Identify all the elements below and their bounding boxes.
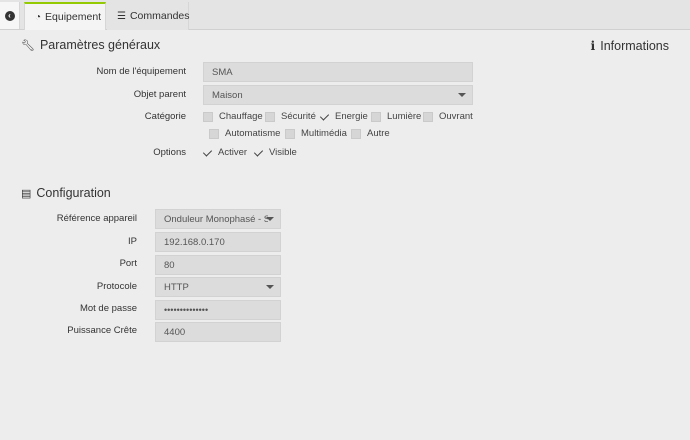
category-label-autre: Autre — [367, 128, 390, 139]
protocol-label: Protocole — [96, 281, 137, 292]
checkbox-box[interactable] — [285, 128, 295, 139]
category-label-chauffage: Chauffage — [219, 111, 263, 122]
category-label-lumiere: Lumière — [387, 111, 422, 122]
name-input[interactable]: SMA — [203, 62, 473, 82]
check-icon[interactable] — [320, 112, 330, 122]
list-icon: ☰ — [117, 10, 126, 22]
check-icon[interactable] — [254, 148, 264, 158]
category-label-multimedia: Multimédia — [301, 128, 347, 139]
parent-value: Maison — [212, 89, 243, 101]
password-value: •••••••••••••• — [164, 305, 209, 315]
category-label-securite: Sécurité — [281, 111, 316, 122]
info-icon: i — [590, 38, 596, 53]
port-input[interactable]: 80 — [155, 255, 281, 275]
tab-equipement[interactable]: ◔ Equipement — [24, 2, 106, 30]
tachometer-icon: ◔ — [35, 11, 42, 23]
chevron-down-icon — [458, 93, 466, 97]
power-input[interactable]: 4400 — [155, 322, 281, 342]
category-label-automatisme: Automatisme — [225, 128, 281, 139]
category-checkbox-automatisme[interactable]: Automatisme — [209, 128, 280, 139]
category-label-ouvrant: Ouvrant — [439, 111, 473, 122]
ip-value: 192.168.0.170 — [164, 236, 225, 248]
category-checkbox-chauffage[interactable]: Chauffage — [203, 111, 263, 122]
category-label: Catégorie — [144, 111, 186, 122]
name-value: SMA — [212, 66, 233, 78]
protocol-select[interactable]: HTTP — [155, 277, 281, 297]
check-icon[interactable] — [203, 148, 213, 158]
category-label-energie: Energie — [335, 111, 368, 122]
category-checkbox-energie[interactable]: Energie — [320, 111, 368, 122]
ip-label: IP — [128, 236, 137, 247]
info-title-text: Informations — [600, 38, 669, 53]
category-checkbox-ouvrant[interactable]: Ouvrant — [423, 111, 473, 122]
option-checkbox-activer[interactable]: Activer — [203, 147, 247, 158]
checkbox-box[interactable] — [423, 111, 433, 122]
tab-equipement-label: Equipement — [45, 11, 102, 23]
config-title-text: Configuration — [36, 186, 111, 200]
general-title-text: Paramètres généraux — [39, 38, 161, 52]
option-label-visible: Visible — [269, 147, 297, 158]
power-value: 4400 — [164, 326, 186, 338]
ref-label: Référence appareil — [56, 213, 137, 224]
category-checkbox-multimedia[interactable]: Multimédia — [285, 128, 347, 139]
config-section-title: ▤ Configuration — [21, 186, 111, 200]
parent-select[interactable]: Maison — [203, 85, 473, 105]
info-section-title: i Informations — [590, 38, 669, 53]
option-checkbox-visible[interactable]: Visible — [254, 147, 297, 158]
ref-select[interactable]: Onduleur Monophasé - S — [155, 209, 281, 229]
general-section-title: 🔧︎ Paramètres généraux — [21, 38, 160, 52]
protocol-value: HTTP — [164, 281, 189, 293]
checkbox-box[interactable] — [265, 111, 275, 122]
checkbox-box[interactable] — [371, 111, 381, 122]
port-value: 80 — [164, 259, 175, 271]
category-checkbox-lumiere[interactable]: Lumière — [371, 111, 421, 122]
option-label-activer: Activer — [218, 147, 248, 158]
checkbox-box[interactable] — [203, 111, 213, 122]
parent-label: Objet parent — [133, 89, 186, 100]
power-label: Puissance Crête — [67, 325, 137, 336]
port-label: Port — [119, 258, 137, 269]
category-checkbox-autre[interactable]: Autre — [351, 128, 390, 139]
tab-commandes-label: Commandes — [129, 10, 190, 22]
tab-bar: ‹ ◔ Equipement ☰ Commandes — [0, 0, 690, 30]
password-input[interactable]: •••••••••••••• — [155, 300, 281, 320]
category-checkbox-securite[interactable]: Sécurité — [265, 111, 316, 122]
checkbox-box[interactable] — [351, 128, 361, 139]
chevron-down-icon — [266, 217, 274, 221]
list-alt-icon: ▤ — [21, 187, 32, 200]
checkbox-box[interactable] — [209, 128, 219, 139]
chevron-down-icon — [266, 285, 274, 289]
ref-value: Onduleur Monophasé - S — [164, 213, 268, 225]
password-label: Mot de passe — [79, 303, 137, 314]
back-button[interactable]: ‹ — [0, 2, 20, 29]
ip-input[interactable]: 192.168.0.170 — [155, 232, 281, 252]
wrench-icon: 🔧︎ — [21, 39, 35, 52]
options-label: Options — [153, 147, 186, 158]
name-label: Nom de l'équipement — [96, 66, 186, 77]
tab-commandes[interactable]: ☰ Commandes — [107, 2, 190, 30]
arrow-circle-left-icon: ‹ — [4, 10, 15, 21]
